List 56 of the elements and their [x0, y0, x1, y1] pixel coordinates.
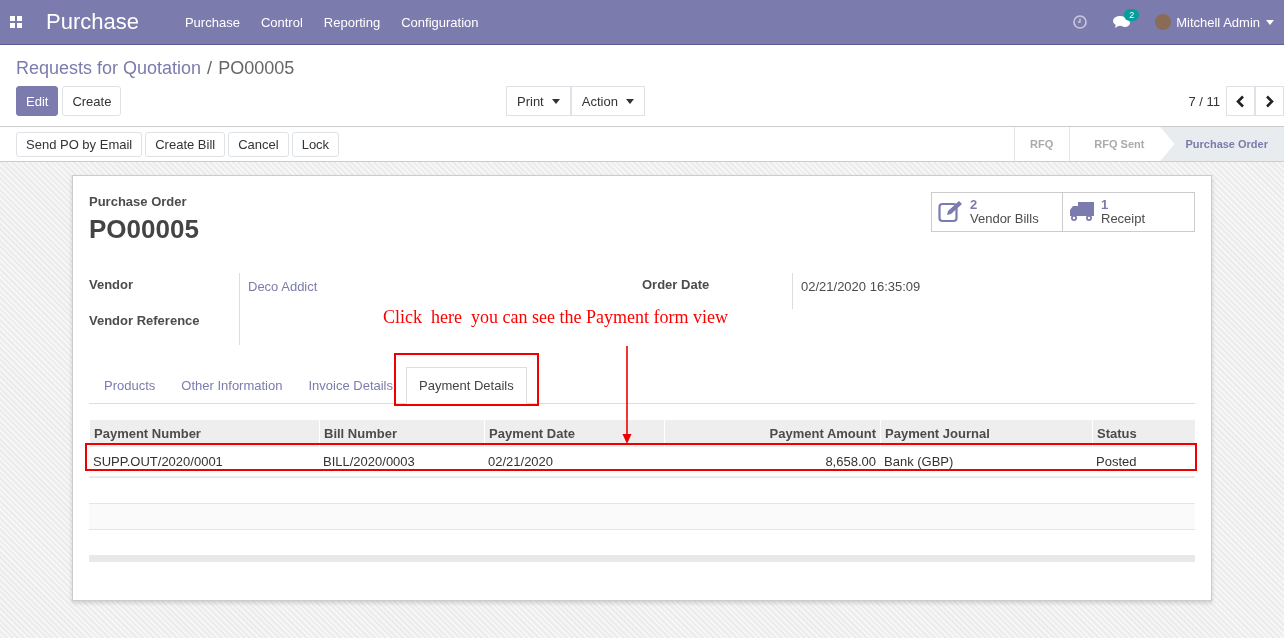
- toolbar-button[interactable]: Create: [62, 86, 122, 116]
- field-label: Order Date: [642, 276, 711, 294]
- column-header[interactable]: Bill Number: [319, 420, 484, 447]
- menu-item[interactable]: Control: [260, 14, 303, 30]
- breadcrumb-separator: /: [207, 58, 213, 79]
- previous-button[interactable]: [1226, 86, 1255, 116]
- annotation-text: Click here you can see the Payment form view: [383, 307, 728, 328]
- menu-item[interactable]: Reporting: [323, 14, 381, 30]
- header-button[interactable]: Cancel: [228, 131, 289, 157]
- chevron-left-icon: [1236, 94, 1245, 108]
- caret-icon: [625, 98, 634, 104]
- column-header[interactable]: Status: [1092, 420, 1195, 447]
- menu-item[interactable]: Configuration: [401, 14, 479, 30]
- app-name: Purchase: [46, 9, 139, 35]
- chevron-right-icon: [1265, 94, 1274, 108]
- breadcrumb-link[interactable]: Requests for Quotation: [16, 58, 202, 79]
- header-button[interactable]: Send PO by Email: [16, 131, 143, 157]
- dropdown-button[interactable]: Action: [570, 86, 645, 116]
- document-title: PO00005: [89, 214, 199, 245]
- notebook-tab[interactable]: Products: [91, 367, 169, 404]
- next-button[interactable]: [1255, 86, 1284, 116]
- apps-grid-icon[interactable]: [10, 16, 22, 28]
- table-cell-text: SUPP.OUT/2020/0001: [92, 453, 224, 471]
- toolbar-button[interactable]: Edit: [16, 86, 59, 116]
- header-button[interactable]: Create Bill: [145, 131, 226, 157]
- breadcrumb-current: PO00005: [218, 58, 295, 79]
- table-cell-text: BILL/2020/0003: [322, 453, 416, 471]
- chat-icon[interactable]: [1113, 15, 1131, 29]
- clock-icon[interactable]: [1073, 15, 1088, 29]
- table-cell-text: Posted: [1095, 453, 1138, 471]
- pager-counter: 7 / 11: [1188, 93, 1220, 109]
- field-label: Vendor: [89, 276, 135, 294]
- notebook-tab[interactable]: Payment Details: [406, 367, 527, 404]
- smart-button[interactable]: 2 Vendor Bills: [931, 192, 1063, 232]
- pencil-square-icon: [938, 200, 964, 224]
- document-type-label: Purchase Order: [89, 194, 188, 209]
- notebook-tab[interactable]: Invoice Details: [295, 367, 406, 404]
- field-value: 02/21/2020 16:35:09: [792, 273, 921, 309]
- column-header[interactable]: Payment Amount: [664, 420, 880, 447]
- dropdown-button[interactable]: Print: [506, 86, 571, 116]
- table-cell-text: 8,658.00: [824, 453, 877, 471]
- column-header[interactable]: Payment Number: [89, 420, 319, 447]
- user-menu[interactable]: Mitchell Admin: [1176, 14, 1260, 30]
- notebook-tab[interactable]: Other Information: [168, 367, 296, 404]
- table-cell-text: 02/21/2020: [487, 453, 555, 471]
- truck-icon: [1069, 201, 1095, 223]
- table-cell-text: Bank (GBP): [883, 453, 955, 471]
- header-button[interactable]: Lock: [291, 131, 340, 157]
- caret-icon[interactable]: [1266, 19, 1274, 25]
- caret-icon: [551, 98, 560, 104]
- message-count-badge: 2: [1124, 9, 1140, 21]
- vendor-link[interactable]: Deco Addict: [239, 273, 318, 309]
- field-label: Vendor Reference: [89, 312, 201, 330]
- smart-button[interactable]: 1 Receipt: [1063, 192, 1195, 232]
- menu-item[interactable]: Purchase: [184, 14, 240, 30]
- column-header[interactable]: Payment Journal: [880, 420, 1092, 447]
